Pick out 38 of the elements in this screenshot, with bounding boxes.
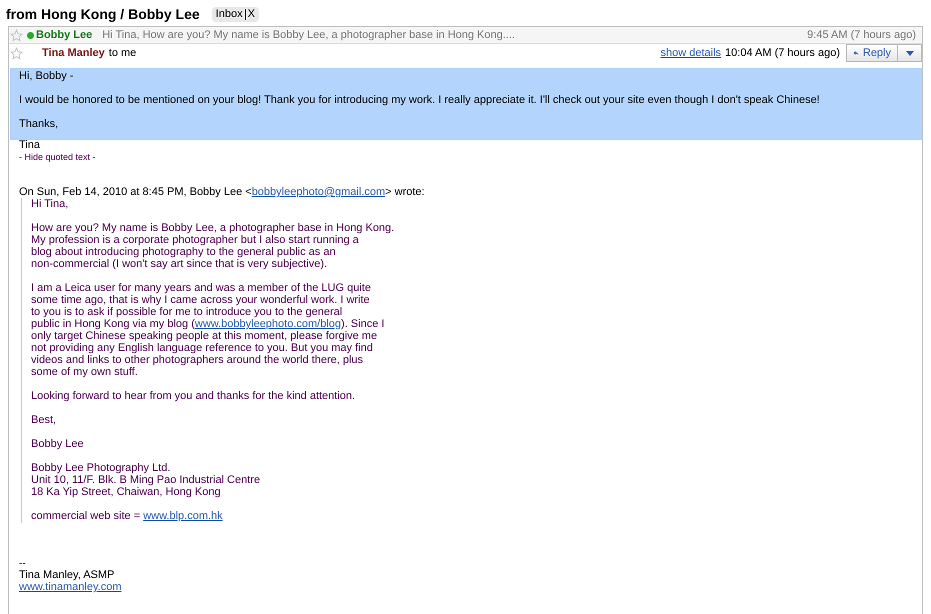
conversation-title: from Hong Kong / Bobby Lee [6,5,200,23]
message-line: Hi, Bobby - [19,70,74,82]
link[interactable]: bobbyleephoto@gmail.com [252,186,386,198]
quoted-paragraph: I am a Leica user for many years and was a member of the LUG quite some time ago, that is why I came across your wonderful work. I write to you is to ask if possible for me to introduce you to the general public in Hong Kong via my blog (www.bobbyleephoto.com/blog). Since I only target Chinese speaking people at this moment, please forgive me not providing any English language reference to you. But you may find videos and links to other photographers around the world there, plus some of my own stuff. [31,282,386,378]
quoted-paragraph: How are you? My name is Bobby Lee, a photographer base in Hong Kong. My profession is a corporate photographer but I also start running a blog about introducing photography to the general public as an non-commercial (I won't say art since that is very subjective). [31,222,396,270]
quote-attribution: On Sun, Feb 14, 2010 at 8:45 PM, Bobby Lee <bobbyleephoto@gmail.com> wrote: [19,186,426,198]
collapsed-message-row[interactable]: Bobby Lee Hi Tina, How are you? My name is Bobby Lee, a photographer base in Hong Kong.... 9:45 AM (7 hours ago) [9,27,922,44]
message-time: 10:04 AM (7 hours ago) [725,47,840,59]
sender-name: Tina Manley [42,47,105,59]
message-snippet: Hi Tina, How are you? My name is Bobby Lee, a photographer base in Hong Kong.... [102,29,515,41]
recipient-text: to me [108,47,136,59]
quoted-paragraph: Bobby Lee Photography Ltd. Unit 10, 11/F. Blk. B Ming Pao Industrial Centre 18 Ka Yip Street, Chaiwan, Hong Kong [31,462,262,498]
label-text[interactable]: Inbox [216,8,245,20]
show-details-link[interactable]: show details [660,47,722,59]
signature-name: Tina Manley, ASMP [19,569,116,581]
sender-name: Bobby Lee [36,29,92,41]
link[interactable]: www.bobbyleephoto.com/blog [194,318,342,330]
hide-quoted-text-link[interactable]: - Hide quoted text - [9,152,922,162]
more-options-button[interactable] [898,44,922,62]
reply-button[interactable]: Reply [846,44,898,62]
quoted-paragraph: Best, [31,414,58,426]
message-time: 9:45 AM (7 hours ago) [807,29,916,41]
online-status-icon [27,32,34,38]
star-icon[interactable] [10,46,23,60]
signoff-text: Tina [18,139,41,151]
message-line: Thanks, [19,118,60,130]
quoted-paragraph: Looking forward to hear from you and thanks for the kind attention. [31,390,356,402]
link[interactable]: www.blp.com.hk [143,510,223,522]
signature-link[interactable]: www.tinamanley.com [19,581,122,593]
remove-label-button[interactable]: X [244,8,255,20]
quoted-paragraph: commercial web site = www.blp.com.hk [31,510,224,522]
star-icon[interactable] [10,28,23,42]
reply-arrow-icon [853,48,859,58]
signature-separator: -- [19,559,27,569]
quoted-paragraph: Hi Tina, [31,198,70,210]
quoted-paragraph: Bobby Lee [31,438,85,450]
message-line: I would be honored to be mentioned on your blog! Thank you for introducing my work. I really appreciate it. I'll check out your site even though I don't speak Chinese! [19,94,821,106]
caret-icon [906,50,914,56]
